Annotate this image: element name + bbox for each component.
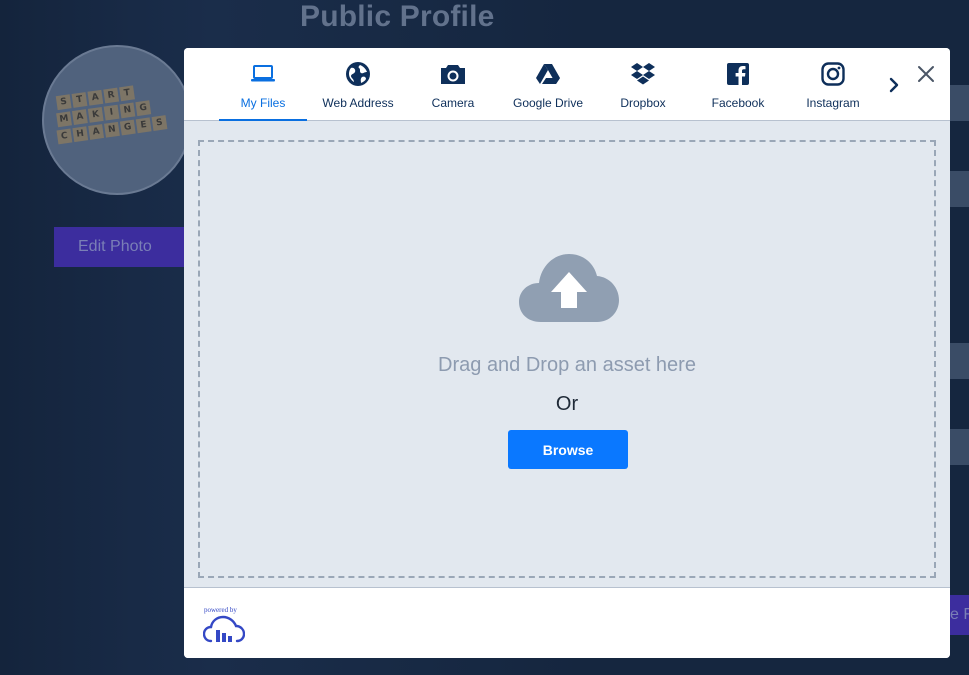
form-field[interactable] [950,171,969,207]
avatar-tile: C [56,128,73,145]
or-text: Or [555,393,579,415]
avatar-tile: G [135,100,152,117]
avatar-tile: M [56,111,72,128]
facebook-icon [694,61,782,87]
avatar-tile: S [151,115,168,131]
drag-drop-text: Drag and Drop an asset here [438,354,696,376]
edit-photo-button[interactable]: Edit Photo [54,227,184,267]
tab-my-files[interactable]: My Files [219,48,307,121]
powered-by-text: powered by [204,606,237,614]
tab-label: Google Drive [512,96,584,110]
avatar-tile: R [103,87,120,104]
tab-facebook[interactable]: Facebook [694,48,782,121]
avatar-tile: I [103,104,120,121]
avatar: S T A R T M A K I N G C H A N G E S [42,45,192,195]
avatar-tile: H [72,126,89,143]
form-field[interactable] [950,343,969,379]
cloud-upload-icon [519,254,619,322]
tab-google-drive[interactable]: Google Drive [504,48,592,121]
source-tabs: My Files Web Address Camera Google Drive… [184,48,950,121]
tab-web-address[interactable]: Web Address [314,48,402,121]
modal-footer: powered by [184,588,950,658]
laptop-icon [219,61,307,87]
tab-camera[interactable]: Camera [409,48,497,121]
avatar-tile: A [88,124,105,140]
tab-dropbox[interactable]: Dropbox [599,48,687,121]
form-field[interactable] [950,429,969,465]
dropbox-icon [599,61,687,87]
avatar-tile: E [135,117,152,134]
avatar-tile: N [119,102,136,119]
tab-instagram[interactable]: Instagram [789,48,877,121]
avatar-tile: G [119,119,136,136]
avatar-tile: T [119,85,135,102]
globe-icon [314,61,402,87]
chevron-right-icon[interactable] [884,70,904,100]
upload-modal: My Files Web Address Camera Google Drive… [184,48,950,658]
page-title: Public Profile [300,0,495,33]
form-field[interactable] [950,85,969,121]
avatar-tile: S [55,94,72,111]
tab-label: My Files [240,96,286,110]
avatar-tile: K [87,106,104,123]
avatar-tile: A [71,109,88,125]
tab-label: Web Address [322,96,394,110]
avatar-tiles: S T A R T M A K I N G C H A N G E S [50,78,190,167]
instagram-icon [789,61,877,87]
close-icon[interactable] [914,62,938,86]
dropzone[interactable]: Drag and Drop an asset here Or Browse [198,140,936,578]
tab-label: Camera [431,96,475,110]
avatar-tile: N [104,121,120,138]
tab-label: Instagram [806,96,860,110]
tab-label: Dropbox [620,96,666,110]
save-profile-button[interactable]: e F [950,595,969,635]
camera-icon [409,61,497,87]
cloudinary-logo-icon [203,615,245,643]
google-drive-icon [504,61,592,87]
browse-button[interactable]: Browse [508,430,628,469]
tab-label: Facebook [711,96,765,110]
save-profile-button-label: e F [950,606,969,623]
avatar-tile: A [87,89,104,106]
avatar-tile: T [71,92,88,108]
upload-content: Drag and Drop an asset here Or Browse [184,121,950,588]
